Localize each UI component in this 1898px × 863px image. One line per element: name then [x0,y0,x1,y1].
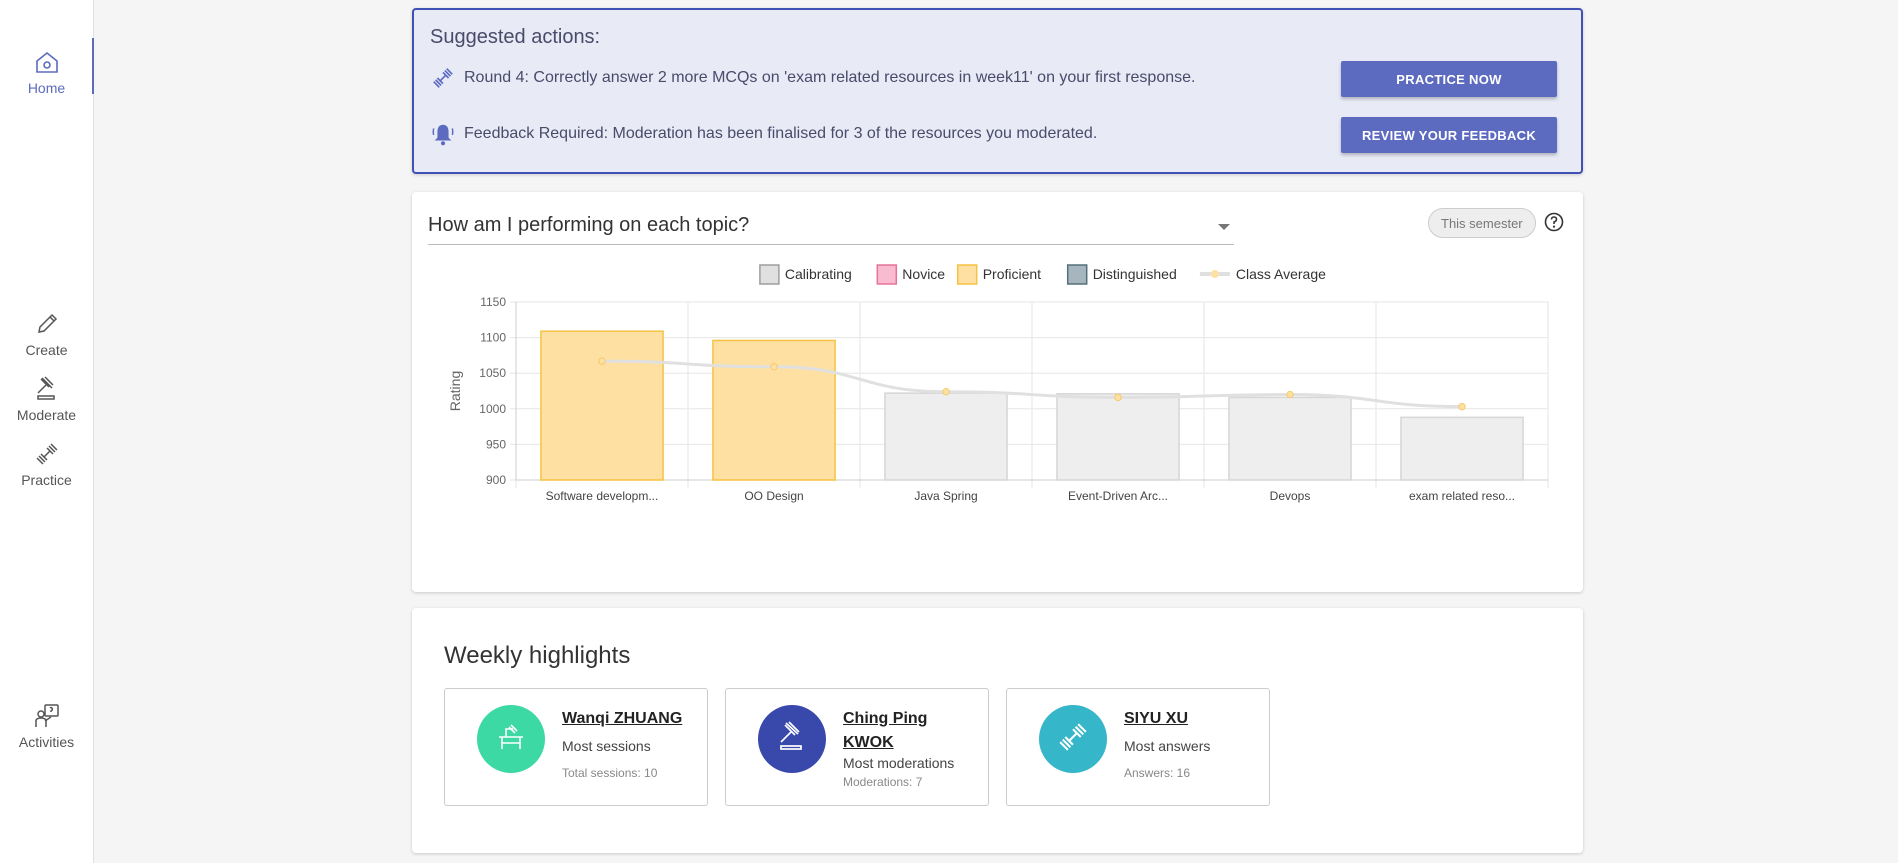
topic-question-select[interactable]: How am I performing on each topic? [428,212,1234,245]
highlight-subtitle: Most answers [1124,738,1211,754]
nav-moderate-label: Moderate [16,407,77,423]
help-icon[interactable] [1544,212,1564,237]
practice-now-button[interactable]: PRACTICE NOW [1341,61,1557,97]
nav-create-label: Create [25,342,68,358]
suggested-actions-card: Suggested actions: Round 4: Correctly an… [412,8,1583,174]
nav-practice[interactable]: Practice [0,440,93,488]
highlight-avatar [758,705,826,773]
bar [712,339,836,481]
highlight-name-link[interactable]: Ching Ping KWOK [843,707,978,755]
class-average-point [1286,390,1294,399]
dumbbell-icon [33,440,61,468]
highlight-avatar [1039,705,1107,773]
bar [1400,416,1524,481]
highlight-card: Ching Ping KWOK Most moderations Moderat… [725,688,989,806]
bar [540,330,664,481]
legend-swatch [1066,264,1088,285]
nav-create[interactable]: Create [0,310,93,358]
sidebar: Home Create Moderate Practice Activities [0,0,94,863]
class-average-point [942,388,950,396]
legend-label: Distinguished [1093,266,1177,282]
weekly-highlights-card: Weekly highlights Wanqi ZHUANG Most sess… [412,608,1583,853]
highlight-stat: Answers: 16 [1124,766,1191,780]
highlight-name-link[interactable]: Wanqi ZHUANG [562,707,697,731]
nav-activities-label: Activities [18,734,75,750]
x-tick-label: exam related reso... [1409,489,1515,503]
pencil-icon [33,310,61,338]
x-tick-label: OO Design [744,489,803,503]
y-tick-label: 950 [486,437,506,451]
topic-question-text: How am I performing on each topic? [428,214,750,236]
highlight-subtitle: Most moderations [843,755,955,771]
legend-swatch [876,264,898,285]
review-feedback-button[interactable]: REVIEW YOUR FEEDBACK [1341,117,1557,153]
legend-label: Calibrating [785,266,852,282]
dumbbell-icon [430,65,456,91]
bar [1056,393,1180,481]
home-icon [33,48,61,76]
highlight-avatar [477,705,545,773]
weekly-highlights-title: Weekly highlights [444,642,631,669]
nav-home-label: Home [27,80,66,96]
dumbbell-icon [1055,719,1091,760]
legend-swatch [1210,270,1219,278]
gavel-icon [33,375,61,403]
y-tick-label: 1150 [480,295,506,309]
legend-label: Novice [902,266,945,282]
highlight-stat: Moderations: 7 [843,775,923,789]
bar [1228,396,1352,481]
bar [884,392,1008,481]
y-tick-label: 1050 [479,366,506,380]
y-tick-label: 1100 [480,331,506,345]
class-average-point [1114,393,1122,402]
legend-label: Proficient [983,266,1041,282]
nav-moderate[interactable]: Moderate [0,375,93,423]
suggested-action-row: Feedback Required: Moderation has been f… [430,121,1097,147]
class-average-point [770,363,778,371]
desk-icon [493,719,529,760]
y-axis-label: Rating [447,371,463,411]
x-tick-label: Java Spring [914,489,977,503]
bell-icon [430,121,456,147]
x-tick-label: Event-Driven Arc... [1068,489,1168,503]
suggested-action-text: Round 4: Correctly answer 2 more MCQs on… [464,69,1196,86]
topic-performance-card: How am I performing on each topic? This … [412,192,1583,592]
x-tick-label: Software developm... [546,489,659,503]
legend-swatch [956,264,978,285]
gavel-icon [774,719,810,760]
suggested-action-row: Round 4: Correctly answer 2 more MCQs on… [430,65,1195,91]
highlight-stat: Total sessions: 10 [562,766,658,780]
highlight-subtitle: Most sessions [562,738,651,754]
topic-rating-chart: Calibrating Novice Proficient Distinguished… [447,264,1549,503]
nav-activities[interactable]: Activities [0,702,93,750]
highlight-card: Wanqi ZHUANG Most sessions Total session… [444,688,708,806]
legend-swatch [759,264,780,285]
highlight-name-link[interactable]: SIYU XU [1124,707,1259,731]
nav-home[interactable]: Home [0,38,94,96]
activities-icon [33,702,61,730]
chevron-down-icon [1218,224,1230,230]
highlight-card: SIYU XU Most answers Answers: 16 [1006,688,1270,806]
y-tick-label: 900 [486,473,506,487]
suggested-actions-title: Suggested actions: [430,26,601,48]
period-chip[interactable]: This semester [1428,208,1536,238]
class-average-point [598,357,606,365]
y-tick-label: 1000 [479,402,506,416]
legend-label: Class Average [1236,266,1326,282]
x-tick-label: Devops [1270,489,1311,503]
suggested-action-text: Feedback Required: Moderation has been f… [464,125,1098,142]
nav-practice-label: Practice [21,472,72,488]
class-average-point [1458,402,1466,411]
